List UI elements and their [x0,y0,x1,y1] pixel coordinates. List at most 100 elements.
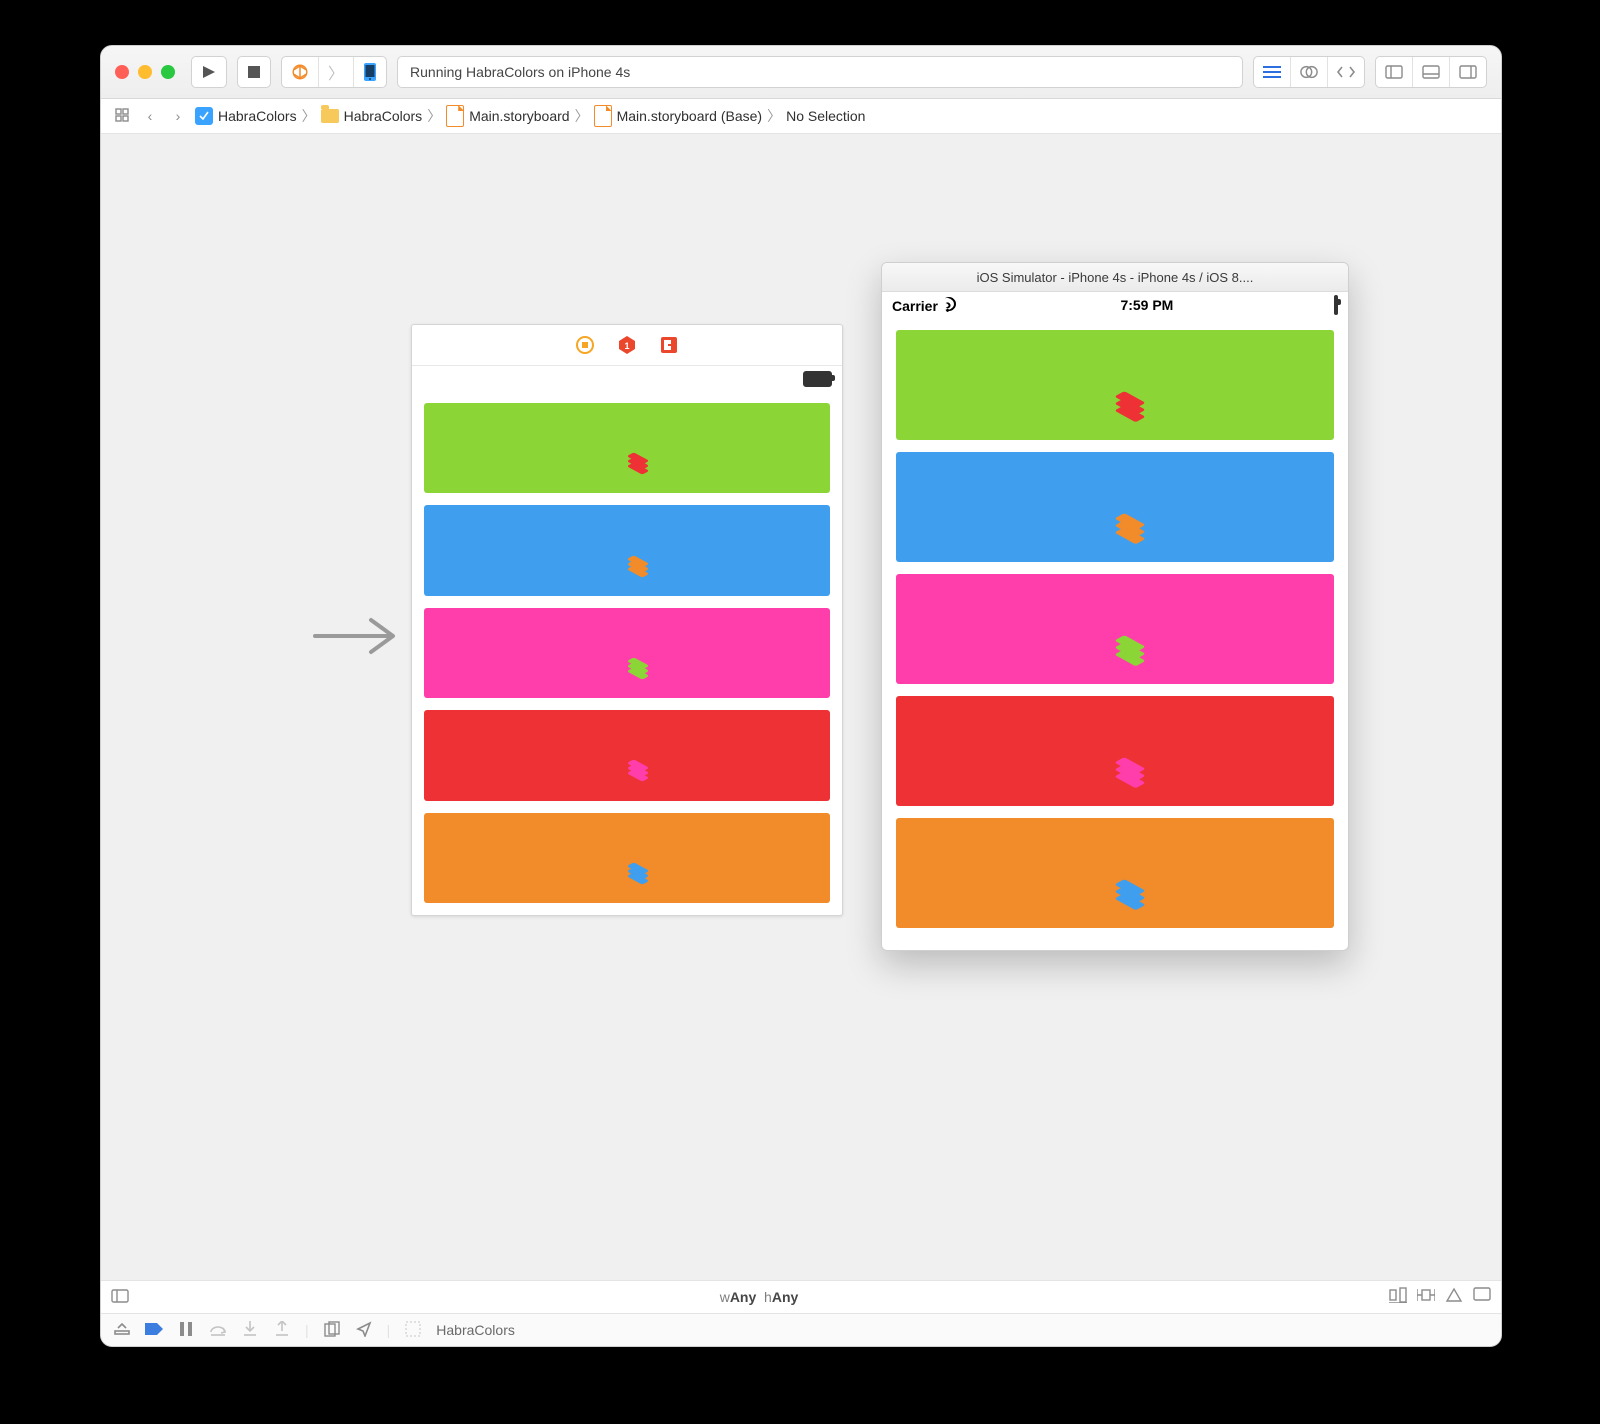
app-icon [291,63,309,81]
step-out-button[interactable] [273,1321,291,1340]
crumb-localization[interactable]: Main.storyboard (Base) [594,105,763,127]
storyboard-icon [594,105,612,127]
sim-tile-pink[interactable] [896,574,1334,684]
sim-tile-green[interactable] [896,330,1334,440]
tile-pink[interactable] [424,608,830,698]
toggle-debug-button[interactable] [1412,57,1449,87]
process-icon [404,1321,422,1340]
minimize-icon[interactable] [138,65,152,79]
toggle-navigator-button[interactable] [1376,57,1412,87]
forward-button[interactable]: › [167,108,189,124]
initial-vc-arrow-icon[interactable] [311,614,403,658]
scheme-selector[interactable]: 〉 [281,56,387,88]
window-controls [115,65,175,79]
run-button[interactable] [191,56,227,88]
crumb-selection[interactable]: No Selection [786,108,865,124]
back-button[interactable]: ‹ [139,108,161,124]
device-icon [363,62,377,82]
crumb-file[interactable]: Main.storyboard [446,105,569,127]
tile-orange[interactable] [424,813,830,903]
battery-icon [1334,295,1338,315]
sim-tile-blue[interactable] [896,452,1334,562]
align-button[interactable] [1389,1287,1407,1308]
align-icon [1389,1287,1407,1303]
location-button[interactable] [355,1321,373,1340]
panel-toggles [1375,56,1487,88]
tile-container [412,391,842,915]
grid-icon [115,108,129,122]
exit-icon[interactable] [659,335,679,355]
triangle-icon [1445,1287,1463,1303]
pause-button[interactable] [177,1322,195,1339]
simulator-statusbar: Carrier 7:59 PM [882,292,1348,318]
size-class-bar: wAny hAny [101,1281,1501,1314]
scene-header: 1 [412,325,842,366]
step-over-button[interactable] [209,1322,227,1339]
simulator-window[interactable]: iOS Simulator - iPhone 4s - iPhone 4s / … [881,262,1349,951]
lines-icon [1263,65,1281,79]
carrier-label: Carrier [892,298,938,314]
step-in-button[interactable] [241,1321,259,1340]
pause-icon [180,1322,192,1336]
pin-button[interactable] [1417,1287,1435,1308]
xcode-window: 〉 Running HabraColors on iPhone 4s ‹ › H… [100,45,1502,1347]
tile-blue[interactable] [424,505,830,595]
resize-button[interactable] [1473,1287,1491,1308]
location-icon [356,1321,372,1337]
compare-icon [1336,65,1356,79]
ib-canvas[interactable]: 1 iOS Simulator - iPhone 4s - iPhone 4s … [101,134,1501,1281]
statusbar-placeholder [412,366,842,391]
outline-icon [111,1289,129,1303]
version-editor-button[interactable] [1327,57,1364,87]
status-text: Running HabraColors on iPhone 4s [410,64,630,80]
vc-icon[interactable] [575,335,595,355]
pin-icon [1417,1287,1435,1303]
step-over-icon [209,1322,227,1336]
tile-red[interactable] [424,710,830,800]
storyboard-scene[interactable]: 1 [411,324,843,916]
dashed-box-icon [405,1321,421,1337]
resize-icon [1473,1287,1491,1301]
toggle-utilities-button[interactable] [1449,57,1486,87]
resolve-button[interactable] [1445,1287,1463,1308]
standard-editor-button[interactable] [1254,57,1290,87]
zoom-icon[interactable] [161,65,175,79]
battery-icon [803,371,832,387]
simulator-content [882,318,1348,950]
sim-tile-orange[interactable] [896,818,1334,928]
storyboard-icon [446,105,464,127]
simulator-titlebar[interactable]: iOS Simulator - iPhone 4s - iPhone 4s / … [882,263,1348,292]
breakpoints-button[interactable] [145,1322,163,1338]
tile-green[interactable] [424,403,830,493]
editor-mode-group [1253,56,1365,88]
bottom-panel-icon [1422,65,1440,79]
crumb-project[interactable]: HabraColors [195,107,297,125]
right-panel-icon [1459,65,1477,79]
hide-debug-button[interactable] [113,1322,131,1338]
svg-text:1: 1 [624,341,629,351]
debug-bar: | | HabraColors [101,1314,1501,1346]
first-responder-icon[interactable]: 1 [617,335,637,355]
wifi-icon [939,294,959,314]
size-class-control[interactable]: wAny hAny [720,1289,799,1305]
step-in-icon [243,1321,257,1337]
breakpoint-icon [145,1323,163,1335]
assistant-editor-button[interactable] [1290,57,1327,87]
document-outline-toggle[interactable] [111,1289,129,1306]
view-debug-button[interactable] [323,1321,341,1340]
related-items-button[interactable] [111,108,133,125]
process-name[interactable]: HabraColors [436,1322,515,1338]
clock-label: 7:59 PM [1120,297,1173,313]
close-icon[interactable] [115,65,129,79]
stop-button[interactable] [237,56,271,88]
crumb-group[interactable]: HabraColors [321,108,423,124]
activity-status: Running HabraColors on iPhone 4s [397,56,1243,88]
left-panel-icon [1385,65,1403,79]
view-hierarchy-icon [324,1321,340,1337]
project-icon [195,107,213,125]
folder-icon [321,109,339,123]
sim-tile-red[interactable] [896,696,1334,806]
titlebar: 〉 Running HabraColors on iPhone 4s [101,46,1501,99]
jump-bar: ‹ › HabraColors 〉 HabraColors 〉 Main.sto… [101,99,1501,134]
chevrons-icon [114,1323,130,1335]
